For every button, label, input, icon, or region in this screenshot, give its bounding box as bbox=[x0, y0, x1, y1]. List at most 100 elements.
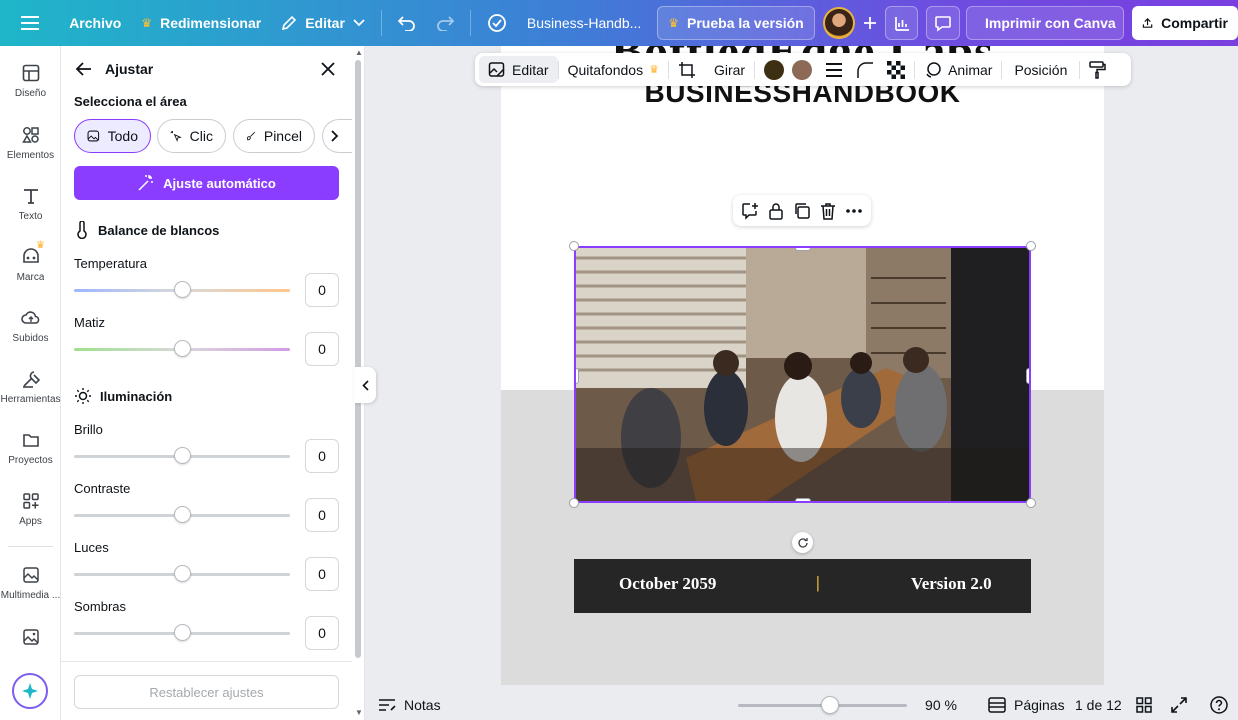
area-option-all[interactable]: Todo bbox=[74, 119, 151, 153]
scroll-down-arrow[interactable]: ▼ bbox=[355, 708, 363, 717]
insights-button[interactable] bbox=[884, 6, 919, 40]
auto-adjust-label: Ajuste automático bbox=[163, 175, 276, 191]
help-button[interactable] bbox=[1210, 696, 1228, 714]
handle-crop-right[interactable] bbox=[1026, 368, 1029, 384]
edit-mode-label: Editar bbox=[305, 15, 345, 31]
animate-button[interactable]: Animar bbox=[915, 56, 1001, 83]
sidebar-item-label: Diseño bbox=[14, 88, 47, 99]
sidebar-item-images[interactable] bbox=[0, 628, 61, 646]
footer-band[interactable]: October 2059 | Version 2.0 bbox=[574, 559, 1031, 613]
document-title[interactable]: Business-Handb... bbox=[517, 6, 655, 40]
sidebar-item-design[interactable]: Diseño bbox=[0, 64, 61, 99]
add-collaborator-button[interactable] bbox=[855, 6, 885, 40]
sidebar-item-text[interactable]: Texto bbox=[0, 187, 61, 222]
zoom-level-button[interactable]: 90 % bbox=[918, 697, 964, 713]
section-title: Balance de blancos bbox=[98, 222, 220, 238]
sidebar-item-brand[interactable]: Marca ♛ bbox=[0, 240, 61, 283]
brightness-value-input[interactable]: 0 bbox=[305, 439, 339, 473]
tint-slider-handle[interactable] bbox=[174, 340, 191, 357]
lock-icon[interactable] bbox=[768, 202, 784, 220]
transparency-button[interactable] bbox=[878, 56, 914, 83]
grid-view-button[interactable] bbox=[1136, 697, 1152, 713]
sidebar-item-apps[interactable]: Apps bbox=[0, 492, 61, 527]
notes-label: Notas bbox=[404, 697, 441, 713]
border-style-button[interactable] bbox=[816, 56, 852, 83]
highlights-value-input[interactable]: 0 bbox=[305, 557, 339, 591]
highlights-slider-handle[interactable] bbox=[174, 565, 191, 582]
sidebar-item-media[interactable]: Multimedia ... bbox=[0, 566, 61, 601]
color-swatch-1[interactable] bbox=[764, 59, 785, 80]
fullscreen-button[interactable] bbox=[1171, 697, 1187, 713]
trash-icon[interactable] bbox=[820, 202, 836, 220]
handle-crop-top[interactable] bbox=[795, 248, 811, 251]
duplicate-icon[interactable] bbox=[793, 202, 811, 220]
contrast-slider-handle[interactable] bbox=[174, 506, 191, 523]
contrast-value-input[interactable]: 0 bbox=[305, 498, 339, 532]
avatar[interactable] bbox=[823, 7, 855, 39]
crop-button[interactable] bbox=[669, 56, 705, 83]
hamburger-menu-button[interactable] bbox=[0, 0, 59, 46]
brightness-slider-handle[interactable] bbox=[174, 447, 191, 464]
copy-style-button[interactable] bbox=[1080, 56, 1116, 83]
temperature-slider-handle[interactable] bbox=[174, 281, 191, 298]
collapse-panel-button[interactable] bbox=[354, 367, 376, 403]
auto-adjust-button[interactable]: Ajuste automático bbox=[74, 166, 339, 200]
background-remover-button[interactable]: Quitafondos ♛ bbox=[559, 56, 668, 83]
slider-label: Matiz bbox=[74, 315, 106, 330]
print-button[interactable]: Imprimir con Canva bbox=[966, 6, 1124, 40]
rotate-handle[interactable] bbox=[792, 532, 813, 553]
more-options-icon[interactable] bbox=[845, 208, 863, 214]
shadows-slider-handle[interactable] bbox=[174, 624, 191, 641]
add-comment-icon[interactable] bbox=[741, 202, 759, 220]
divider bbox=[8, 546, 53, 547]
background-remover-label: Quitafondos bbox=[567, 61, 644, 78]
area-option-click[interactable]: Clic bbox=[157, 119, 226, 153]
redo-button[interactable] bbox=[426, 6, 464, 40]
sidebar-item-elements[interactable]: Elementos bbox=[0, 126, 61, 161]
resize-handle-top-left[interactable] bbox=[569, 241, 579, 251]
resize-handle-top-right[interactable] bbox=[1026, 241, 1036, 251]
trial-button[interactable]: ♛ Prueba la versión ... bbox=[657, 6, 816, 40]
scrollbar-thumb[interactable] bbox=[355, 60, 361, 658]
corner-rounding-button[interactable] bbox=[852, 56, 878, 83]
close-button[interactable] bbox=[320, 61, 336, 77]
notes-button[interactable]: Notas bbox=[378, 697, 441, 713]
color-swatch-2[interactable] bbox=[792, 59, 813, 80]
corner-radius-icon bbox=[857, 61, 874, 78]
zoom-slider-handle[interactable] bbox=[821, 696, 839, 714]
selected-office-photo[interactable] bbox=[574, 246, 1031, 503]
file-menu-button[interactable]: Archivo bbox=[59, 6, 131, 40]
edit-mode-button[interactable]: Editar bbox=[271, 6, 375, 40]
shadows-value-input[interactable]: 0 bbox=[305, 616, 339, 650]
temperature-value-input[interactable]: 0 bbox=[305, 273, 339, 307]
handle-crop-left[interactable] bbox=[576, 368, 579, 384]
handle-crop-bottom[interactable] bbox=[795, 498, 811, 501]
resize-handle-bottom-left[interactable] bbox=[569, 498, 579, 508]
scroll-up-arrow[interactable]: ▲ bbox=[355, 48, 363, 57]
position-button[interactable]: Posición bbox=[1002, 56, 1079, 83]
sidebar-item-tools[interactable]: Herramientas bbox=[0, 370, 61, 405]
help-icon bbox=[1210, 696, 1228, 714]
resize-handle-bottom-right[interactable] bbox=[1026, 498, 1036, 508]
sidebar-item-label: Elementos bbox=[6, 150, 55, 161]
toolbar-edit-button[interactable]: Editar bbox=[479, 56, 558, 83]
magic-assistant-button[interactable] bbox=[12, 673, 48, 709]
image-icon bbox=[87, 130, 100, 142]
divider bbox=[754, 60, 756, 79]
back-button[interactable] bbox=[75, 60, 93, 78]
reset-adjustments-button[interactable]: Restablecer ajustes bbox=[74, 675, 339, 709]
flip-button[interactable]: Girar bbox=[705, 56, 754, 83]
share-button[interactable]: Compartir bbox=[1132, 6, 1238, 40]
undo-button[interactable] bbox=[388, 6, 426, 40]
area-more-button[interactable] bbox=[322, 119, 352, 153]
resize-button[interactable]: ♛ Redimensionar bbox=[131, 6, 271, 40]
comments-button[interactable] bbox=[926, 6, 960, 40]
area-option-label: Pincel bbox=[263, 128, 302, 144]
sidebar-item-uploads[interactable]: Subidos bbox=[0, 309, 61, 344]
sidebar-item-projects[interactable]: Proyectos bbox=[0, 431, 61, 466]
cloud-save-status[interactable] bbox=[477, 6, 517, 40]
chevron-down-icon bbox=[353, 19, 365, 27]
tint-value-input[interactable]: 0 bbox=[305, 332, 339, 366]
pages-button[interactable]: Páginas bbox=[988, 697, 1065, 713]
area-option-brush[interactable]: Pincel bbox=[233, 119, 315, 153]
